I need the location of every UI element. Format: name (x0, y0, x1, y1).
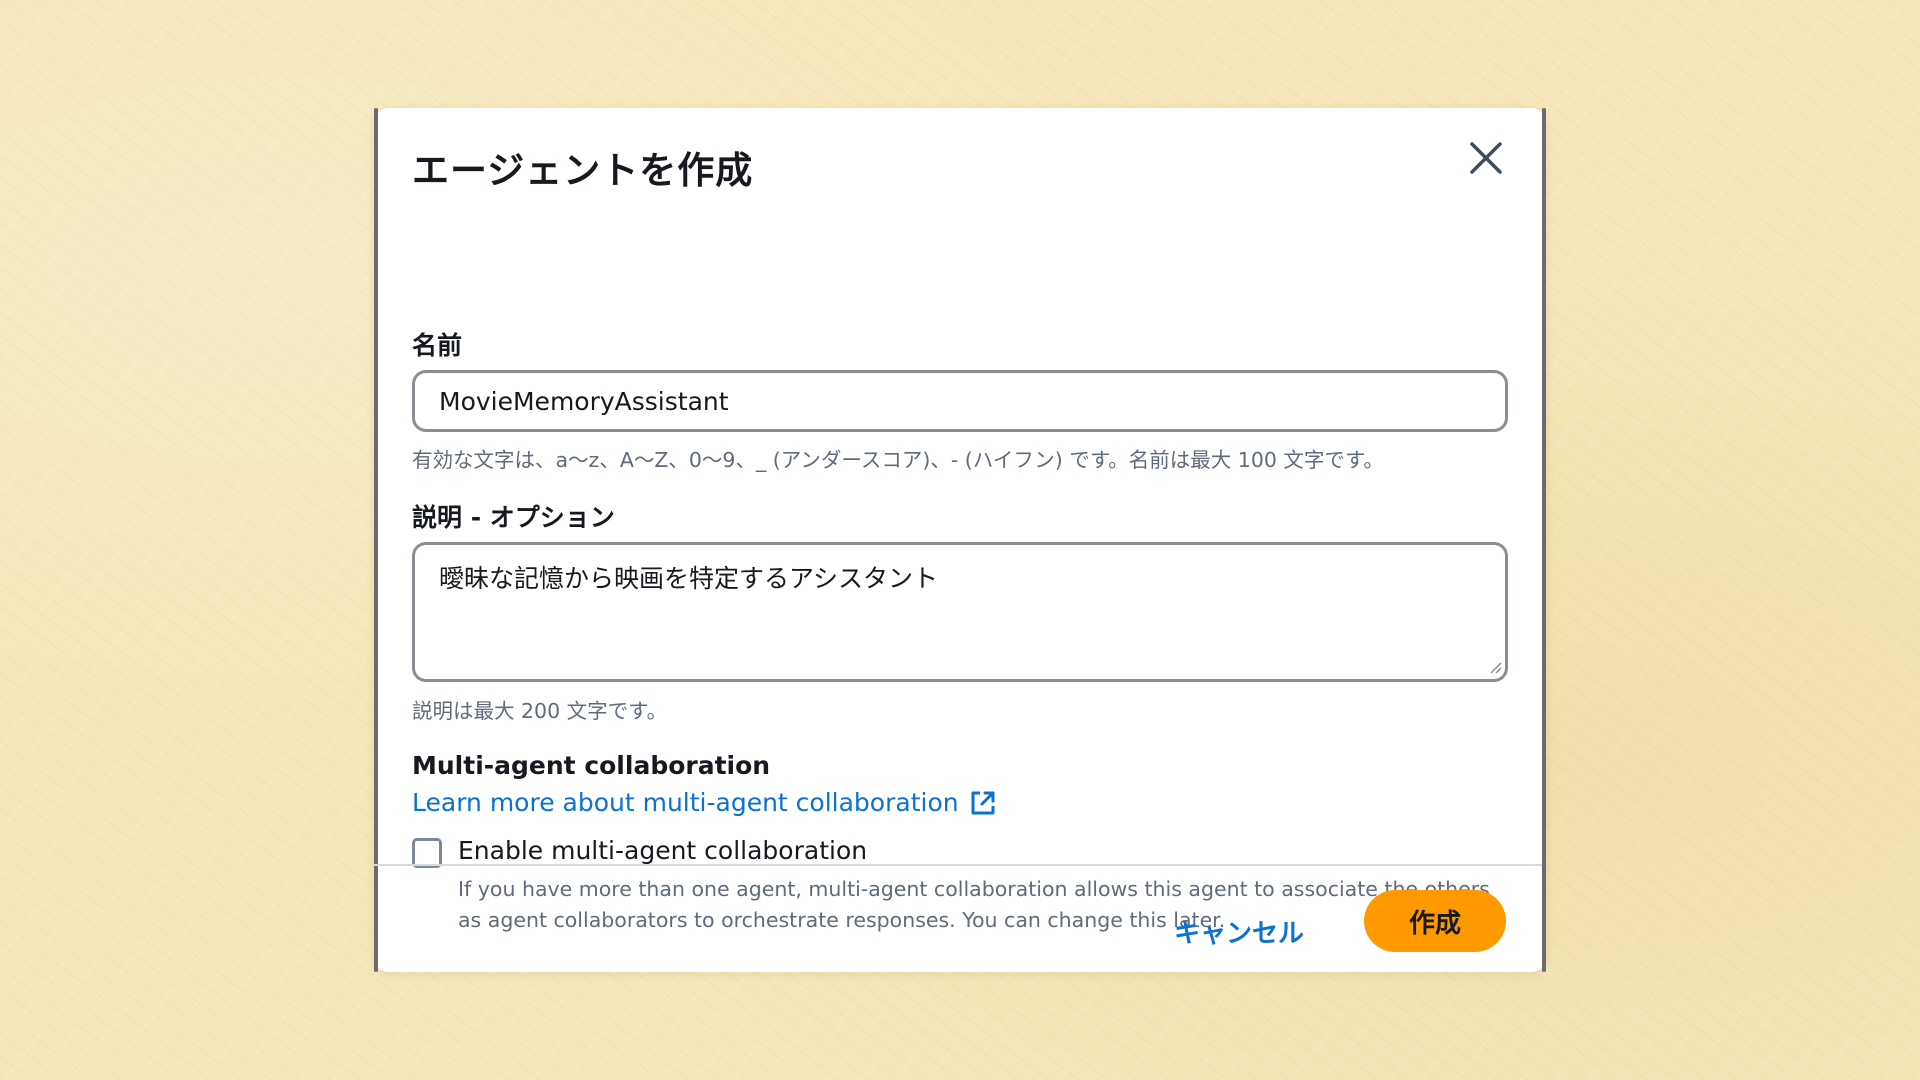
external-link-icon (971, 791, 995, 814)
name-input[interactable] (412, 370, 1508, 432)
footer-divider (374, 864, 1546, 866)
create-agent-dialog: エージェントを作成 名前 有効な文字は、a〜z、A〜Z、0〜9、_ (アンダース… (374, 108, 1546, 972)
multi-agent-section-title: Multi-agent collaboration (412, 751, 771, 780)
dialog-title: エージェントを作成 (412, 149, 754, 192)
learn-more-link[interactable]: Learn more about multi-agent collaborati… (412, 788, 997, 817)
close-icon (1470, 142, 1502, 174)
name-label: 名前 (412, 331, 463, 360)
create-button[interactable]: 作成 (1364, 890, 1506, 952)
enable-multi-agent-description: If you have more than one agent, multi-a… (458, 877, 1490, 932)
description-label: 説明 - オプション (412, 503, 615, 532)
learn-more-link-text: Learn more about multi-agent collaborati… (412, 788, 959, 817)
cancel-button[interactable]: キャンセル (1154, 900, 1324, 962)
name-hint: 有効な文字は、a〜z、A〜Z、0〜9、_ (アンダースコア)、- (ハイフン) … (412, 448, 1384, 472)
close-button[interactable] (1464, 136, 1508, 180)
resize-handle-icon[interactable] (1488, 660, 1502, 674)
description-hint: 説明は最大 200 文字です。 (412, 699, 668, 723)
description-textarea[interactable]: 曖昧な記憶から映画を特定するアシスタント (412, 542, 1508, 682)
enable-multi-agent-label[interactable]: Enable multi-agent collaboration (458, 836, 867, 865)
